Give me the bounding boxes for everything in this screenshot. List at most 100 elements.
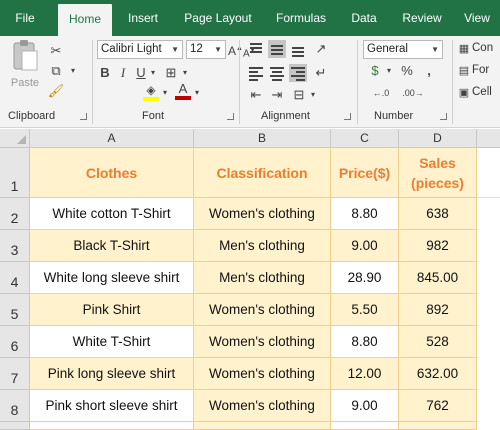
cell-b3[interactable]: Men's clothing bbox=[194, 230, 331, 262]
underline-button[interactable]: U bbox=[134, 64, 148, 82]
row-header-2[interactable]: 2 bbox=[0, 198, 30, 230]
cell-c7[interactable]: 12.00 bbox=[331, 358, 399, 390]
align-center-button[interactable] bbox=[268, 64, 286, 82]
row-header-9[interactable] bbox=[0, 422, 30, 430]
cell-c9[interactable] bbox=[331, 422, 399, 430]
cell-c1[interactable]: Price($) bbox=[331, 148, 399, 198]
currency-icon[interactable]: $ bbox=[366, 62, 384, 80]
comma-button[interactable]: , bbox=[420, 62, 438, 80]
cell-styles-label[interactable]: Cell bbox=[472, 86, 492, 98]
italic-button[interactable]: I bbox=[116, 64, 130, 82]
decrease-decimal-icon[interactable]: .00→ bbox=[398, 84, 428, 102]
row-header-7[interactable]: 7 bbox=[0, 358, 30, 390]
format-as-table-label[interactable]: For bbox=[472, 64, 489, 76]
orientation-icon[interactable]: ↗ bbox=[312, 40, 330, 58]
cell-a6[interactable]: White T-Shirt bbox=[30, 326, 194, 358]
cell-d5[interactable]: 892 bbox=[399, 294, 477, 326]
underline-dropdown-icon[interactable]: ▾ bbox=[148, 64, 158, 82]
clipboard-launcher-icon[interactable] bbox=[80, 113, 87, 120]
copy-icon[interactable]: ⧉ bbox=[46, 62, 66, 80]
alignment-launcher-icon[interactable] bbox=[344, 113, 351, 120]
conditional-formatting-label[interactable]: Con bbox=[472, 42, 493, 54]
cell-c3[interactable]: 9.00 bbox=[331, 230, 399, 262]
cell-a3[interactable]: Black T-Shirt bbox=[30, 230, 194, 262]
align-right-button[interactable] bbox=[289, 64, 307, 82]
number-launcher-icon[interactable] bbox=[440, 113, 447, 120]
cell-b4[interactable]: Men's clothing bbox=[194, 262, 331, 294]
cell-a5[interactable]: Pink Shirt bbox=[30, 294, 194, 326]
column-header-a[interactable]: A bbox=[30, 129, 194, 148]
cell-d3[interactable]: 982 bbox=[399, 230, 477, 262]
cell-a1[interactable]: Clothes bbox=[30, 148, 194, 198]
cell-d7[interactable]: 632.00 bbox=[399, 358, 477, 390]
cell-d8[interactable]: 762 bbox=[399, 390, 477, 422]
cell-styles-icon[interactable]: ▣ bbox=[456, 84, 472, 102]
tab-home[interactable]: Home bbox=[58, 4, 112, 36]
font-launcher-icon[interactable] bbox=[227, 113, 234, 120]
tab-data[interactable]: Data bbox=[340, 0, 388, 36]
bottom-align-button[interactable] bbox=[289, 40, 307, 58]
increase-indent-icon[interactable]: ⇥ bbox=[268, 86, 286, 104]
percent-button[interactable]: % bbox=[398, 62, 416, 80]
cell-b1[interactable]: Classification bbox=[194, 148, 331, 198]
cell-d4[interactable]: 845.00 bbox=[399, 262, 477, 294]
format-as-table-icon[interactable]: ▤ bbox=[456, 62, 472, 80]
fill-color-icon[interactable]: ◈ bbox=[142, 84, 160, 101]
paste-button[interactable]: Paste bbox=[8, 38, 42, 94]
cell-b6[interactable]: Women's clothing bbox=[194, 326, 331, 358]
increase-decimal-icon[interactable]: ←.0 bbox=[366, 84, 396, 102]
conditional-formatting-icon[interactable]: ▦ bbox=[456, 40, 472, 58]
tab-formulas[interactable]: Formulas bbox=[266, 0, 336, 36]
borders-icon[interactable]: ⊞ bbox=[162, 64, 180, 82]
cut-icon[interactable]: ✂ bbox=[46, 42, 66, 60]
cell-d6[interactable]: 528 bbox=[399, 326, 477, 358]
cell-b7[interactable]: Women's clothing bbox=[194, 358, 331, 390]
column-header-b[interactable]: B bbox=[194, 129, 331, 148]
cell-a8[interactable]: Pink short sleeve shirt bbox=[30, 390, 194, 422]
decrease-indent-icon[interactable]: ⇤ bbox=[247, 86, 265, 104]
column-header-e[interactable] bbox=[477, 129, 500, 148]
borders-dropdown-icon[interactable]: ▾ bbox=[180, 64, 190, 82]
bold-button[interactable]: B bbox=[98, 64, 112, 82]
cell-c4[interactable]: 28.90 bbox=[331, 262, 399, 294]
tab-file[interactable]: File bbox=[0, 0, 50, 36]
column-header-c[interactable]: C bbox=[331, 129, 399, 148]
cell-b5[interactable]: Women's clothing bbox=[194, 294, 331, 326]
cell-b2[interactable]: Women's clothing bbox=[194, 198, 331, 230]
row-header-6[interactable]: 6 bbox=[0, 326, 30, 358]
copy-dropdown-icon[interactable]: ▾ bbox=[68, 62, 78, 80]
row-header-4[interactable]: 4 bbox=[0, 262, 30, 294]
row-header-3[interactable]: 3 bbox=[0, 230, 30, 262]
tab-review[interactable]: Review bbox=[394, 0, 450, 36]
cell-c2[interactable]: 8.80 bbox=[331, 198, 399, 230]
tab-view[interactable]: View bbox=[454, 0, 500, 36]
cell-c8[interactable]: 9.00 bbox=[331, 390, 399, 422]
cell-e1[interactable] bbox=[477, 148, 500, 198]
middle-align-button[interactable] bbox=[268, 40, 286, 58]
merge-dropdown-icon[interactable]: ▾ bbox=[308, 86, 318, 104]
tab-insert[interactable]: Insert bbox=[118, 0, 168, 36]
select-all-corner[interactable] bbox=[0, 129, 30, 148]
top-align-button[interactable] bbox=[247, 40, 265, 58]
number-format-select[interactable]: General ▼ bbox=[363, 40, 443, 59]
cell-d1[interactable]: Sales (pieces) bbox=[399, 148, 477, 198]
cell-a7[interactable]: Pink long sleeve shirt bbox=[30, 358, 194, 390]
row-header-5[interactable]: 5 bbox=[0, 294, 30, 326]
format-painter-icon[interactable]: 🖌 bbox=[46, 82, 66, 100]
tab-page-layout[interactable]: Page Layout bbox=[178, 0, 258, 36]
cell-a4[interactable]: White long sleeve shirt bbox=[30, 262, 194, 294]
font-name-select[interactable]: Calibri Light ▼ bbox=[97, 40, 183, 59]
cell-a2[interactable]: White cotton T-Shirt bbox=[30, 198, 194, 230]
font-size-select[interactable]: 12 ▼ bbox=[186, 40, 226, 59]
font-color-icon[interactable]: A bbox=[174, 82, 192, 100]
cell-c5[interactable]: 5.50 bbox=[331, 294, 399, 326]
currency-dropdown-icon[interactable]: ▾ bbox=[384, 62, 394, 80]
column-header-d[interactable]: D bbox=[399, 129, 477, 148]
cell-c6[interactable]: 8.80 bbox=[331, 326, 399, 358]
merge-center-icon[interactable]: ⊟ bbox=[290, 86, 308, 104]
fill-color-dropdown-icon[interactable]: ▾ bbox=[160, 84, 170, 102]
cell-a9[interactable] bbox=[30, 422, 194, 430]
wrap-text-icon[interactable]: ↵ bbox=[312, 64, 330, 82]
cell-b8[interactable]: Women's clothing bbox=[194, 390, 331, 422]
cell-d2[interactable]: 638 bbox=[399, 198, 477, 230]
